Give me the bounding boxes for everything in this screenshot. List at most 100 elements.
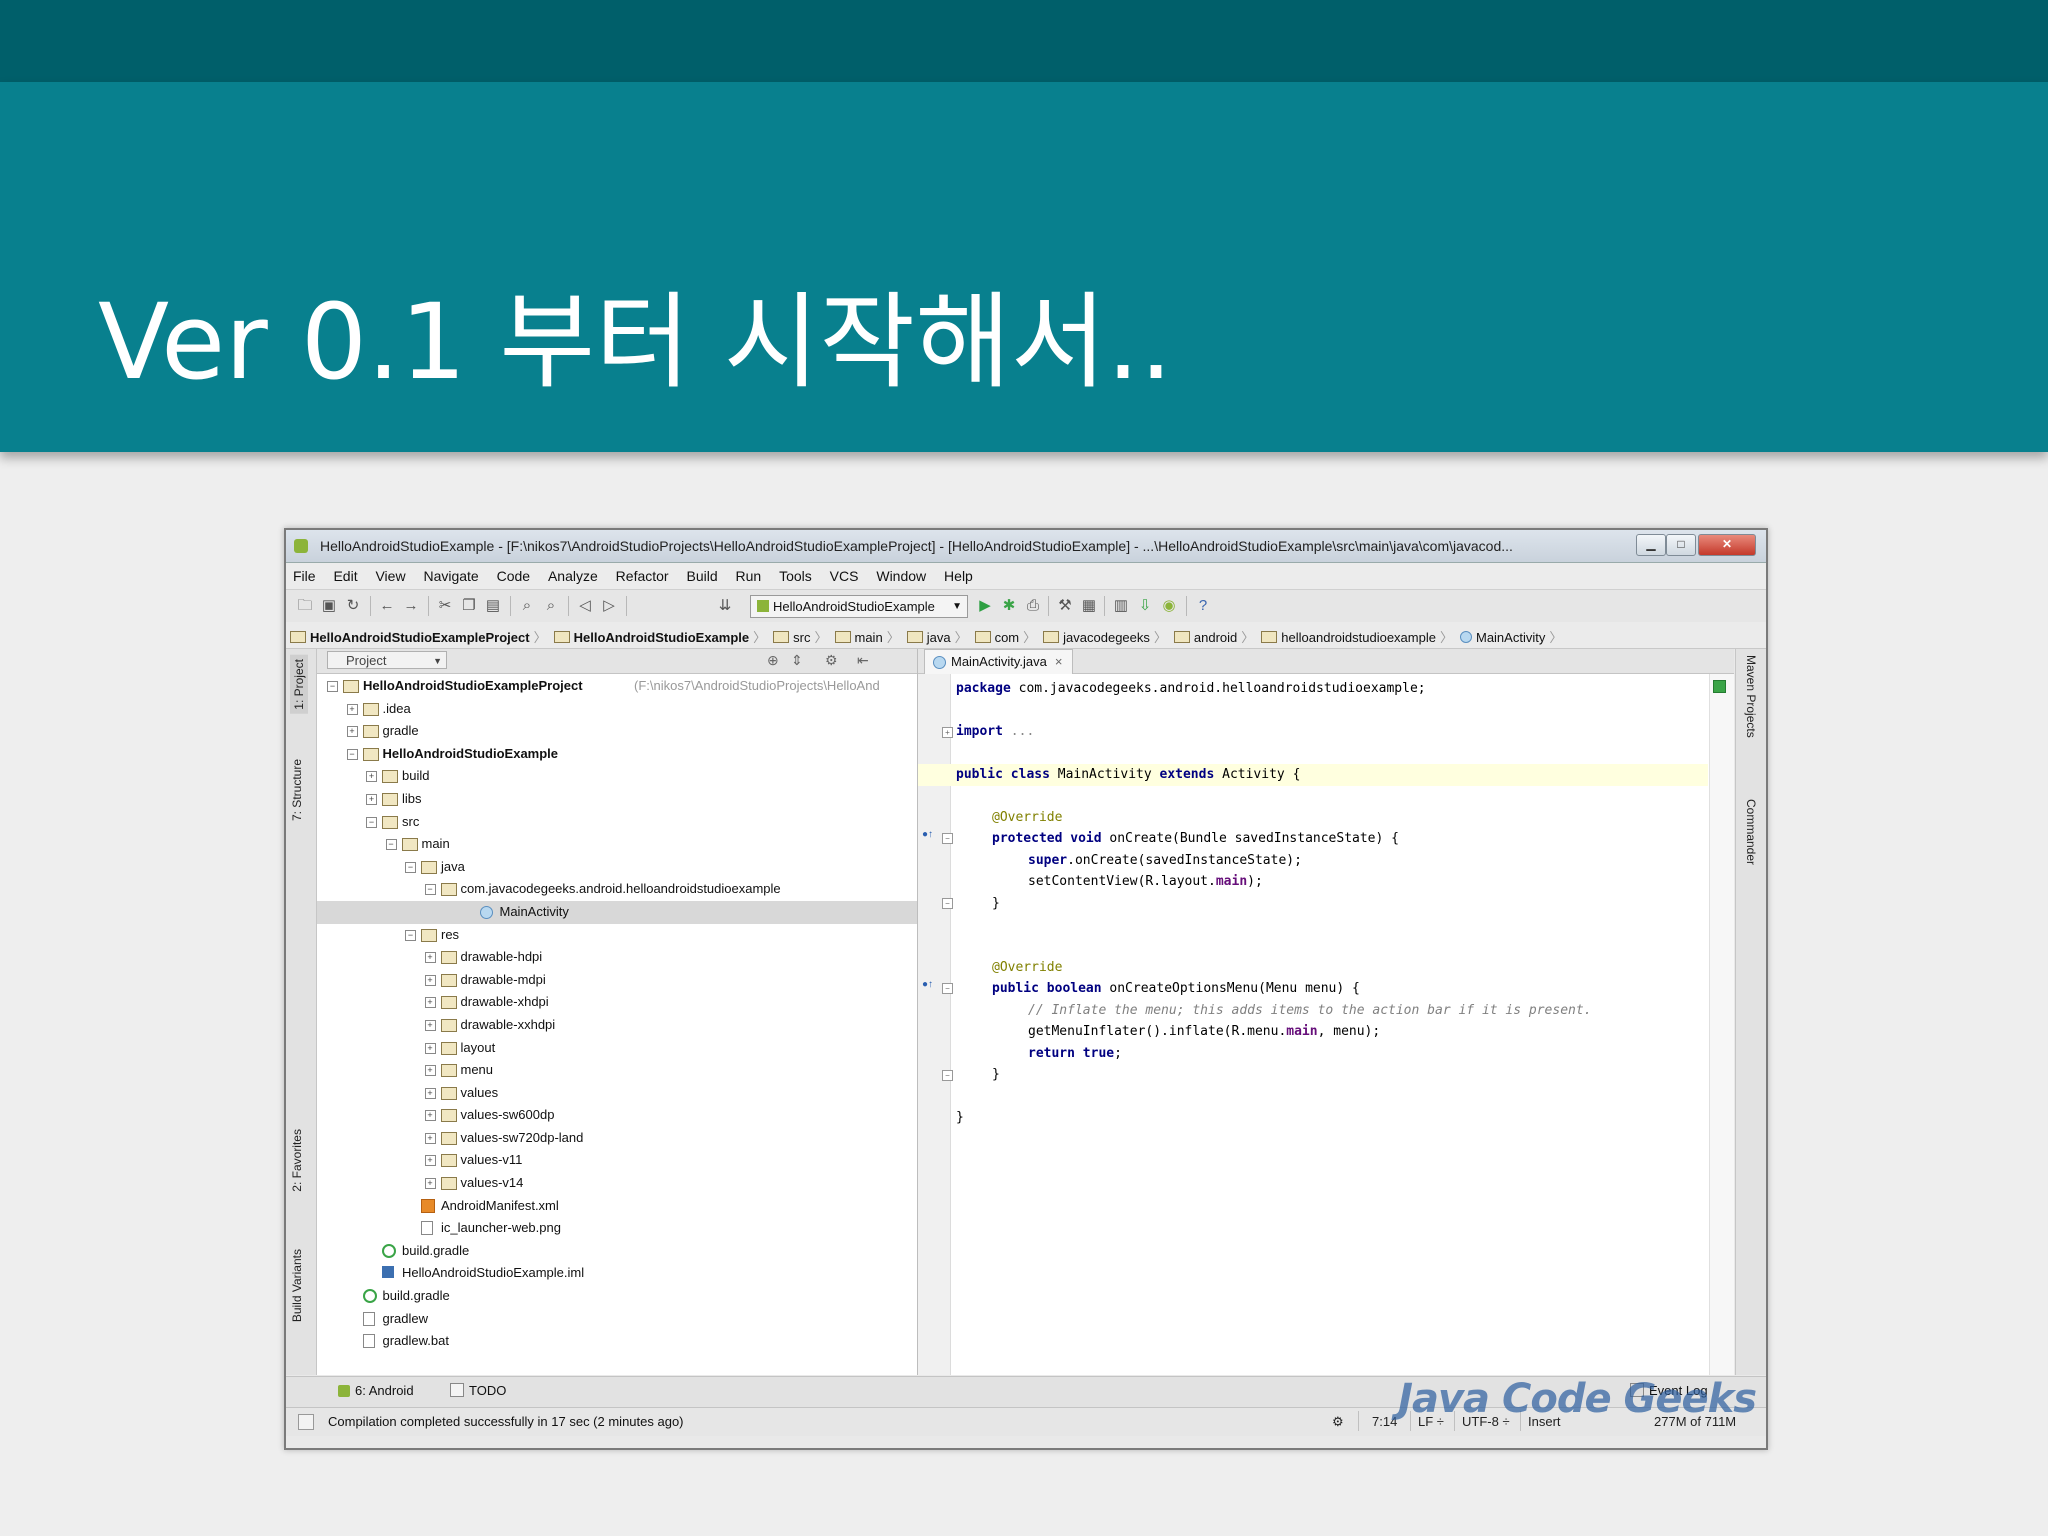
expand-icon[interactable]: + [346, 726, 358, 738]
tab-commander[interactable]: Commander [1744, 799, 1758, 865]
menu-file[interactable]: File [286, 563, 323, 584]
hide-panel-icon[interactable]: ⇤ [857, 652, 869, 669]
breadcrumb-item[interactable]: HelloAndroidStudioExampleProject 〉 [286, 622, 550, 646]
collapse-icon[interactable]: − [405, 861, 416, 873]
breadcrumb-item[interactable]: com 〉 [971, 622, 1040, 646]
fold-expand-icon[interactable]: + [942, 727, 953, 738]
sync-tree-icon[interactable]: ⊕ [767, 652, 779, 669]
tree-item[interactable]: HelloAndroidStudioExample.iml [317, 1262, 917, 1285]
expand-icon[interactable]: + [424, 1042, 436, 1054]
tab-android[interactable]: 6: Android [338, 1383, 414, 1398]
tree-item[interactable]: MainActivity [317, 900, 917, 924]
expand-icon[interactable]: + [346, 703, 358, 715]
expand-icon[interactable]: + [424, 952, 436, 964]
fold-end-icon[interactable]: − [942, 1070, 953, 1081]
back-icon[interactable]: ◁ [576, 597, 594, 615]
run-configuration-select[interactable]: HelloAndroidStudioExample ▼ [750, 595, 968, 618]
window-titlebar[interactable]: HelloAndroidStudioExample - [F:\nikos7\A… [286, 530, 1766, 563]
maximize-button[interactable]: □ [1666, 534, 1696, 556]
editor-tab-mainactivity[interactable]: MainActivity.java × [924, 649, 1074, 674]
collapse-icon[interactable]: − [366, 816, 377, 828]
tree-item[interactable]: + layout [317, 1037, 917, 1060]
avd-manager-icon[interactable]: ▥ [1112, 597, 1130, 615]
sync-icon[interactable]: ↻ [344, 597, 362, 615]
sdk-manager-icon[interactable]: ⇩ [1136, 597, 1154, 615]
tree-item[interactable]: + drawable-mdpi [317, 969, 917, 992]
android-monitor-icon[interactable]: ◉ [1160, 597, 1178, 615]
fold-end-icon[interactable]: − [942, 898, 953, 909]
fold-collapse-icon[interactable]: − [942, 983, 953, 994]
menu-vcs[interactable]: VCS [823, 563, 866, 584]
paste-icon[interactable]: ▤ [484, 597, 502, 615]
debug-icon[interactable]: ✱ [1000, 597, 1018, 615]
expand-icon[interactable]: + [424, 1132, 436, 1144]
override-marker-icon[interactable]: ●↑ [922, 979, 934, 991]
menu-edit[interactable]: Edit [326, 563, 364, 584]
run-icon[interactable]: ▶ [976, 597, 994, 615]
tree-item[interactable]: + values [317, 1082, 917, 1105]
breadcrumb-item[interactable]: MainActivity 〉 [1456, 622, 1565, 646]
tree-item[interactable]: − src [317, 811, 917, 834]
expand-icon[interactable]: + [424, 1110, 436, 1122]
find-icon[interactable]: ⌕ [518, 597, 536, 615]
caret-position[interactable]: 7:14 [1372, 1414, 1397, 1429]
tree-item[interactable]: − res [317, 924, 917, 947]
collapse-icon[interactable]: − [327, 681, 338, 692]
tree-item[interactable]: gradlew.bat [317, 1330, 917, 1353]
breadcrumb-item[interactable]: HelloAndroidStudioExample 〉 [550, 622, 770, 646]
menu-code[interactable]: Code [490, 563, 537, 584]
breadcrumb-item[interactable]: src 〉 [769, 622, 830, 646]
open-folder-icon[interactable]: 🗀 [296, 597, 314, 615]
collapse-icon[interactable]: − [405, 929, 416, 941]
menu-tools[interactable]: Tools [772, 563, 819, 584]
menu-navigate[interactable]: Navigate [416, 563, 485, 584]
copy-icon[interactable]: ❐ [460, 597, 478, 615]
collapse-all-icon[interactable]: ⇕ [791, 652, 803, 669]
help-icon[interactable]: ? [1194, 597, 1212, 615]
breadcrumb-item[interactable]: helloandroidstudioexample 〉 [1257, 622, 1456, 646]
tab-maven-projects[interactable]: Maven Projects [1744, 655, 1758, 738]
menu-build[interactable]: Build [679, 563, 724, 584]
expand-icon[interactable]: + [424, 974, 436, 986]
breadcrumb-item[interactable]: main 〉 [831, 622, 903, 646]
undo-icon[interactable]: ← [378, 597, 396, 615]
tree-item[interactable]: + values-v11 [317, 1149, 917, 1172]
breadcrumb-item[interactable]: javacodegeeks 〉 [1039, 622, 1170, 646]
tree-item[interactable]: + values-v14 [317, 1172, 917, 1195]
make-project-icon[interactable]: ⇊ [716, 597, 734, 615]
breadcrumb-item[interactable]: java 〉 [903, 622, 971, 646]
tree-item[interactable]: AndroidManifest.xml [317, 1195, 917, 1218]
tree-item[interactable]: − com.javacodegeeks.android.helloandroids… [317, 878, 917, 901]
menu-view[interactable]: View [368, 563, 412, 584]
expand-icon[interactable]: + [366, 793, 377, 805]
tree-item[interactable]: + build [317, 765, 917, 788]
tree-item[interactable]: ic_launcher-web.png [317, 1217, 917, 1240]
tree-item[interactable]: − HelloAndroidStudioExampleProject (F:\nik… [317, 675, 917, 698]
tree-item[interactable]: − main [317, 833, 917, 856]
tab-favorites[interactable]: 2: Favorites [290, 1129, 304, 1192]
code-area[interactable]: package com.javacodegeeks.android.helloa… [918, 674, 1734, 1375]
menu-refactor[interactable]: Refactor [609, 563, 676, 584]
attach-debugger-icon[interactable]: ⎙ [1024, 597, 1042, 615]
settings-gear-icon[interactable]: ⚙ [1332, 1414, 1344, 1430]
minimize-button[interactable]: ▁ [1636, 534, 1666, 556]
tab-todo[interactable]: TODO [450, 1383, 506, 1398]
close-window-button[interactable]: ✕ [1698, 534, 1756, 556]
collapse-icon[interactable]: − [385, 839, 397, 851]
tree-item[interactable]: + gradle [317, 720, 917, 743]
override-marker-icon[interactable]: ●↑ [922, 829, 934, 841]
tree-item[interactable]: + .idea [317, 698, 917, 721]
expand-icon[interactable]: + [424, 1019, 436, 1031]
close-tab-icon[interactable]: × [1055, 654, 1063, 669]
settings-icon[interactable]: ⚒ [1056, 597, 1074, 615]
menu-window[interactable]: Window [869, 563, 933, 584]
replace-icon[interactable]: ⌕ [542, 597, 560, 615]
expand-icon[interactable]: + [424, 1178, 436, 1190]
menu-help[interactable]: Help [937, 563, 980, 584]
collapse-icon[interactable]: − [346, 748, 358, 760]
fold-collapse-icon[interactable]: − [942, 833, 953, 844]
tab-structure[interactable]: 7: Structure [290, 759, 304, 821]
forward-icon[interactable]: ▷ [600, 597, 618, 615]
collapse-icon[interactable]: − [424, 884, 436, 896]
expand-icon[interactable]: + [424, 1065, 436, 1077]
